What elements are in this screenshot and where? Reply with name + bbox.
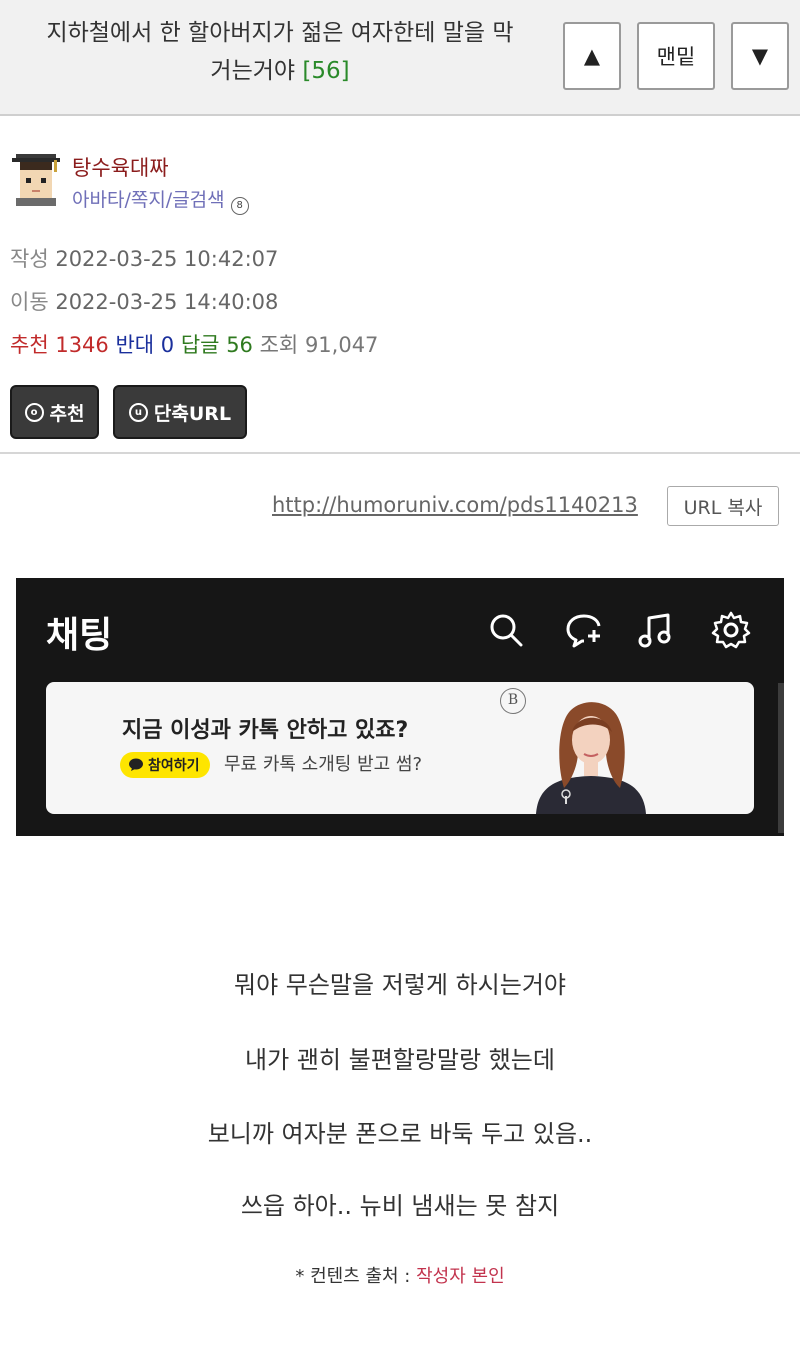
short-url-button-label: 단축URL — [153, 402, 232, 425]
stats-row: 추천 1346 반대 0 답글 56 조회 91,047 — [10, 329, 378, 359]
post-title-line1: 지하철에서 한 할아버지가 젊은 여자한테 말을 막 — [46, 20, 514, 46]
author-links-text[interactable]: 아바타/쪽지/글검색 — [72, 189, 225, 211]
oppose-label: 반대 — [115, 333, 155, 357]
moved-date-row: 이동 2022-03-25 14:40:08 — [10, 286, 278, 316]
scroll-down-button[interactable]: ▼ — [731, 22, 789, 90]
scroll-bottom-button[interactable]: 맨밑 — [637, 22, 715, 90]
ad-brand-logo: B — [500, 688, 526, 714]
reply-count: [56] — [302, 58, 350, 84]
scroll-up-button[interactable]: ▲ — [563, 22, 621, 90]
settings-gear-icon — [711, 611, 751, 649]
ad-model-image — [536, 702, 646, 814]
author-avatar[interactable] — [10, 152, 60, 206]
author-links: 아바타/쪽지/글검색 8 — [72, 185, 249, 215]
ad-join-button[interactable]: 참여하기 — [120, 752, 210, 778]
created-label: 작성 — [10, 247, 49, 271]
oppose-count: 0 — [160, 333, 175, 357]
reply-label: 답글 — [180, 333, 220, 357]
reply-stat-count: 56 — [226, 333, 253, 357]
moved-value: 2022-03-25 14:40:08 — [55, 290, 279, 314]
post-title: 지하철에서 한 할아버지가 젊은 여자한테 말을 막 거는거야 [56] — [0, 14, 560, 90]
level-badge-icon: 8 — [230, 197, 249, 215]
ad-join-label: 참여하기 — [148, 758, 200, 774]
story-line-4: 쓰읍 하아.. 뉴비 냄새는 못 참지 — [240, 1192, 560, 1220]
content-source: * 컨텐츠 출처 : 작성자 본인 — [0, 1262, 800, 1288]
ad-headline: 지금 이성과 카톡 안하고 있죠? — [122, 718, 409, 743]
moved-label: 이동 — [10, 290, 49, 314]
recommend-count: 1346 — [55, 333, 109, 357]
story-line-3: 보니까 여자분 폰으로 바둑 두고 있음.. — [207, 1120, 593, 1148]
recommend-label: 추천 — [10, 333, 49, 357]
url-copy-button[interactable]: URL 복사 — [667, 486, 779, 526]
recommend-button[interactable]: o 추천 — [10, 385, 99, 439]
chat-list-scrollbar[interactable] — [778, 683, 784, 833]
new-chat-icon — [566, 614, 601, 648]
content-source-prefix: * 컨텐츠 출처 : — [295, 1266, 417, 1287]
post-url-link[interactable]: http://humoruniv.com/pds1140213 — [272, 493, 638, 517]
created-date-row: 작성 2022-03-25 10:42:07 — [10, 243, 278, 273]
kakao-chat-title: 채팅 — [46, 615, 113, 656]
created-value: 2022-03-25 10:42:07 — [55, 247, 279, 271]
recommend-button-label: 추천 — [49, 402, 85, 425]
post-title-line2: 거는거야 — [210, 58, 296, 84]
author-name[interactable]: 탕수육대짜 — [72, 152, 169, 182]
short-url-button[interactable]: u 단축URL — [113, 385, 247, 439]
post-header: 지하철에서 한 할아버지가 젊은 여자한테 말을 막 거는거야 [56] ▲ 맨… — [0, 0, 800, 116]
music-icon — [638, 613, 671, 648]
kakao-chat-screenshot: 채팅 지금 이성과 카톡 안하고 있죠? 참여하기 무료 카톡 소개팅 받고 썸… — [16, 578, 784, 836]
story-line-2: 내가 괜히 불편할랑말랑 했는데 — [245, 1046, 555, 1074]
story-line-1: 뭐야 무슨말을 저렇게 하시는거야 — [233, 971, 566, 999]
chat-bubble-icon — [129, 758, 143, 771]
views-count: 91,047 — [304, 333, 379, 357]
search-icon — [490, 614, 523, 647]
content-source-author: 작성자 본인 — [416, 1266, 505, 1287]
ad-subtext: 무료 카톡 소개팅 받고 썸? — [224, 754, 423, 775]
section-divider — [0, 452, 800, 454]
short-url-icon: u — [128, 402, 148, 422]
views-label: 조회 — [259, 333, 299, 357]
recommend-icon: o — [24, 402, 44, 422]
ad-banner[interactable]: 지금 이성과 카톡 안하고 있죠? 참여하기 무료 카톡 소개팅 받고 썸? B — [46, 682, 754, 814]
